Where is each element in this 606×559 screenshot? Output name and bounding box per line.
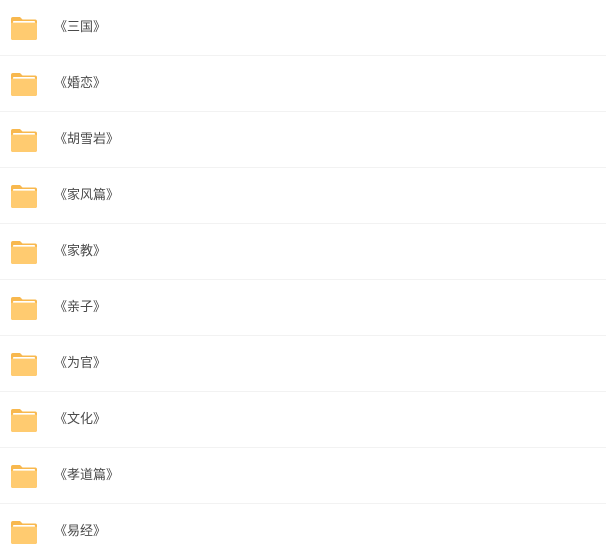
folder-item[interactable]: 《家教》 [0, 224, 606, 280]
folder-item[interactable]: 《易经》 [0, 504, 606, 559]
folder-item[interactable]: 《胡雪岩》 [0, 112, 606, 168]
folder-name: 《亲子》 [54, 300, 107, 315]
folder-icon [10, 183, 38, 209]
folder-icon [10, 15, 38, 41]
folder-name: 《三国》 [54, 20, 107, 35]
folder-name: 《易经》 [54, 524, 107, 539]
folder-item[interactable]: 《亲子》 [0, 280, 606, 336]
folder-item[interactable]: 《婚恋》 [0, 56, 606, 112]
folder-list: 《三国》《婚恋》《胡雪岩》《家风篇》《家教》《亲子》《为官》《文化》《孝道篇》《… [0, 0, 606, 559]
folder-icon [10, 407, 38, 433]
folder-icon [10, 71, 38, 97]
folder-name: 《为官》 [54, 356, 107, 371]
folder-item[interactable]: 《三国》 [0, 0, 606, 56]
folder-name: 《文化》 [54, 412, 107, 427]
folder-icon [10, 127, 38, 153]
folder-name: 《家教》 [54, 244, 107, 259]
folder-name: 《家风篇》 [54, 188, 120, 203]
folder-name: 《婚恋》 [54, 76, 107, 91]
folder-item[interactable]: 《孝道篇》 [0, 448, 606, 504]
folder-item[interactable]: 《文化》 [0, 392, 606, 448]
folder-icon [10, 295, 38, 321]
folder-icon [10, 463, 38, 489]
folder-icon [10, 351, 38, 377]
folder-icon [10, 239, 38, 265]
folder-name: 《孝道篇》 [54, 468, 120, 483]
folder-name: 《胡雪岩》 [54, 132, 120, 147]
folder-item[interactable]: 《为官》 [0, 336, 606, 392]
folder-item[interactable]: 《家风篇》 [0, 168, 606, 224]
folder-icon [10, 519, 38, 545]
